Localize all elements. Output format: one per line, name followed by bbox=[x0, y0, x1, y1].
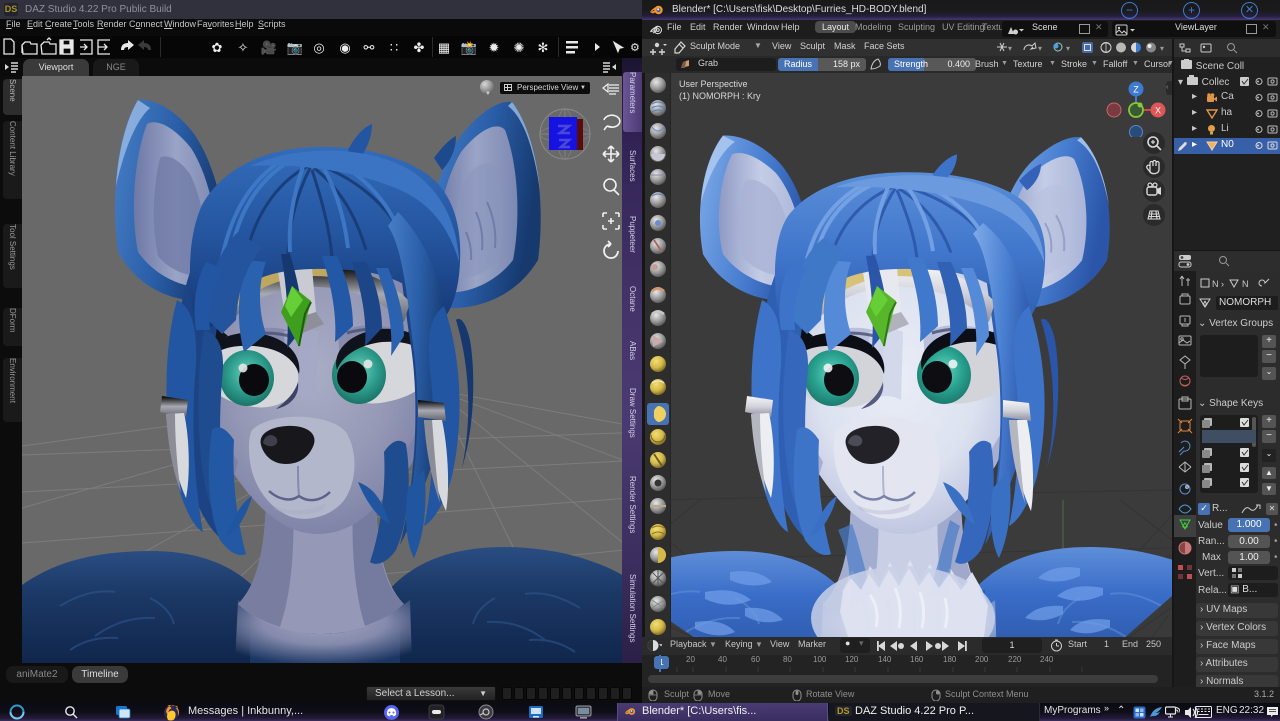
svg-text:✹: ✹ bbox=[489, 40, 500, 55]
svg-text:▾: ▾ bbox=[1160, 44, 1164, 53]
svg-text:⚙: ⚙ bbox=[630, 42, 640, 54]
svg-text:X: X bbox=[1155, 106, 1161, 116]
svg-text:🎥: 🎥 bbox=[261, 40, 277, 55]
svg-text:📷: 📷 bbox=[287, 40, 303, 55]
svg-text:✧: ✧ bbox=[238, 40, 249, 55]
svg-text:✻: ✻ bbox=[538, 40, 549, 55]
svg-text:▾: ▾ bbox=[1066, 44, 1070, 53]
svg-text:📸: 📸 bbox=[461, 40, 477, 55]
svg-text:✤: ✤ bbox=[414, 40, 425, 55]
svg-text:Z: Z bbox=[1133, 85, 1139, 95]
svg-text:◉: ◉ bbox=[339, 40, 350, 55]
svg-text:◎: ◎ bbox=[313, 40, 324, 55]
svg-text:▾: ▾ bbox=[1008, 44, 1012, 53]
svg-text:⚯: ⚯ bbox=[364, 40, 375, 55]
svg-text:✺: ✺ bbox=[514, 40, 525, 55]
svg-text:∷: ∷ bbox=[390, 40, 398, 55]
svg-text:N: N bbox=[1242, 279, 1249, 289]
svg-text:✿: ✿ bbox=[212, 40, 223, 55]
svg-text:▦: ▦ bbox=[438, 40, 450, 55]
svg-text:▾: ▾ bbox=[1038, 44, 1042, 53]
svg-text:N ›: N › bbox=[1212, 279, 1224, 289]
